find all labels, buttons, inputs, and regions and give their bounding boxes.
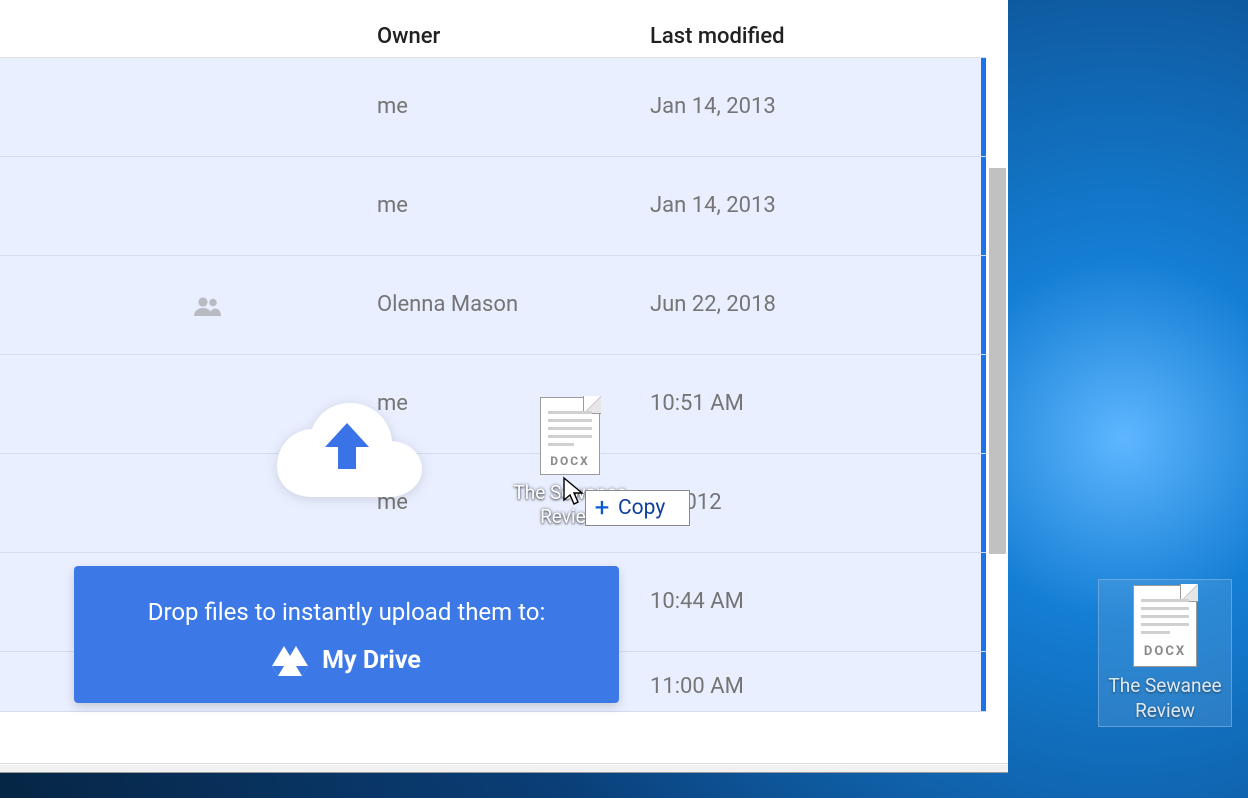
table-row[interactable]: Olenna Mason Jun 22, 2018 [0,256,986,355]
modified-cell: 10:44 AM [650,589,744,614]
table-row[interactable]: me 9, 2012 [0,454,986,553]
file-ext-label: DOCX [1133,644,1197,659]
modified-cell: 10:51 AM [650,391,744,416]
google-drive-icon [272,644,308,676]
divider [0,763,1008,764]
owner-cell: me [377,193,408,218]
horizontal-scrollbar-track[interactable] [0,765,1008,772]
column-header-last-modified[interactable]: Last modified [650,24,785,49]
vertical-scrollbar-track[interactable] [986,0,1008,755]
modified-cell: Jun 22, 2018 [650,292,776,317]
mouse-cursor-icon [562,476,584,506]
table-row[interactable]: me Jan 14, 2013 [0,58,986,157]
column-header-owner[interactable]: Owner [377,24,440,49]
docx-file-icon: DOCX [1133,585,1197,667]
owner-cell: Olenna Mason [377,292,518,317]
desktop-file-icon[interactable]: DOCX The Sewanee Review [1104,585,1226,723]
modified-cell: Jan 14, 2013 [650,94,776,119]
plus-icon: + [586,495,618,521]
shared-icon [192,296,222,320]
column-header-row: Owner Last modified [0,0,986,58]
modified-cell: Jan 14, 2013 [650,193,776,218]
drop-upload-banner: Drop files to instantly upload them to: … [74,566,619,703]
table-row[interactable]: me 10:51 AM [0,355,986,454]
drop-banner-text: Drop files to instantly upload them to: [74,598,619,626]
modified-cell: 11:00 AM [650,674,744,699]
table-row[interactable]: me Jan 14, 2013 [0,157,986,256]
cloud-upload-icon [272,395,422,497]
vertical-scrollbar-thumb[interactable] [989,168,1006,554]
browser-window: Owner Last modified me Jan 14, 2013 me J… [0,0,1008,773]
drop-banner-target-label: My Drive [322,646,421,675]
copy-label: Copy [618,496,665,520]
owner-cell: me [377,94,408,119]
drop-banner-target: My Drive [74,644,619,676]
drag-copy-badge: + Copy [585,490,690,526]
